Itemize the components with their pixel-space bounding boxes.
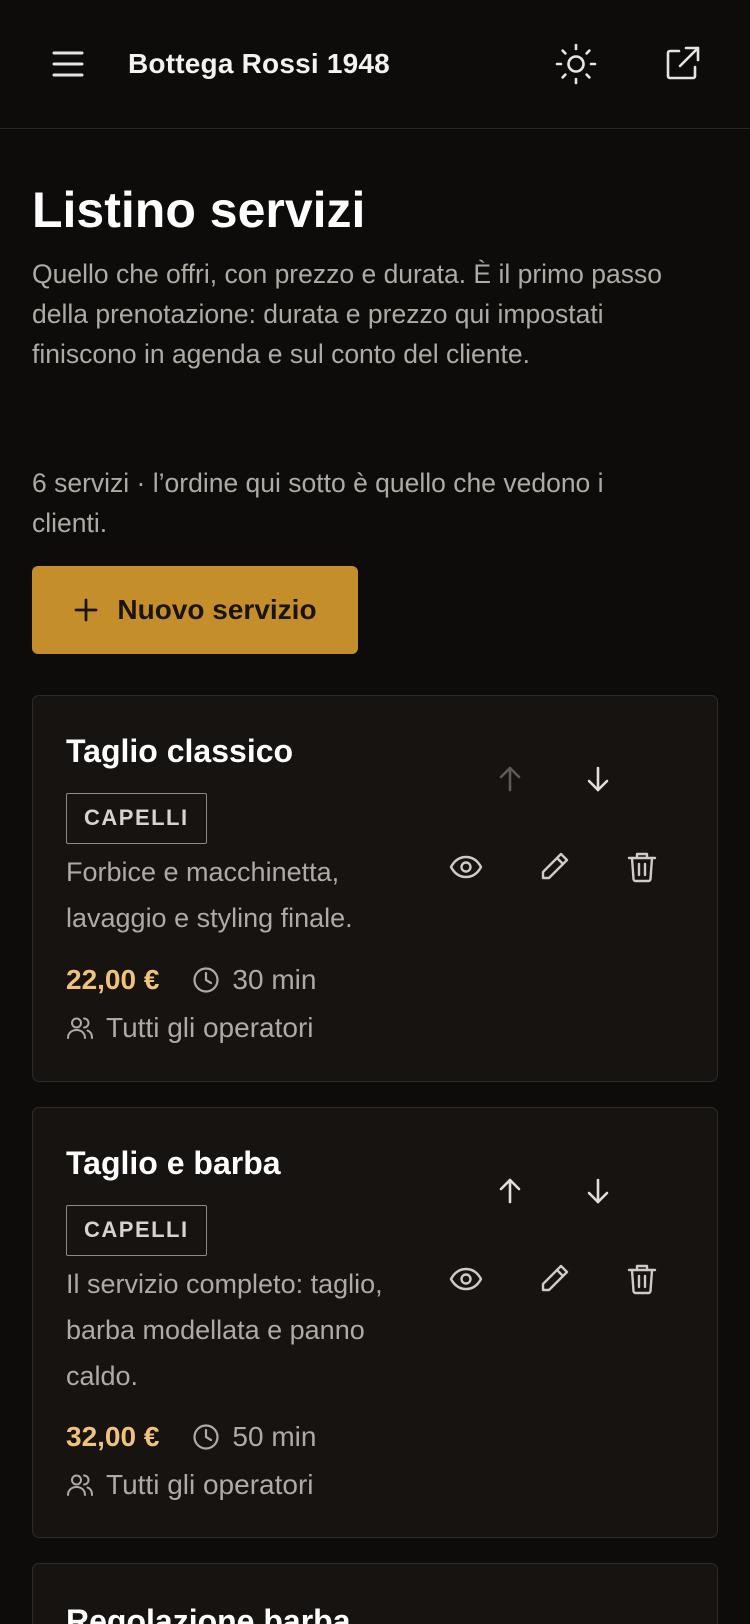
move-up-icon[interactable] <box>492 1173 528 1209</box>
page-intro: Quello che offri, con prezzo e durata. È… <box>32 259 662 369</box>
move-down-icon[interactable] <box>580 761 616 797</box>
service-description: Il servizio completo: taglio, barba mode… <box>66 1269 383 1391</box>
trash-icon[interactable] <box>624 1261 660 1297</box>
menu-icon[interactable] <box>48 44 88 84</box>
trash-icon[interactable] <box>624 849 660 885</box>
service-meta: 22,00 € 30 min <box>66 960 316 1000</box>
service-meta: 32,00 € 50 min <box>66 1417 316 1457</box>
service-price: 32,00 € <box>66 1421 160 1452</box>
service-card: Regolazione barba <box>32 1563 718 1624</box>
services-count: 6 servizi · l’ordine qui sotto è quello … <box>32 468 604 538</box>
service-price: 22,00 € <box>66 964 160 995</box>
category-tag: CAPELLI <box>66 1205 207 1256</box>
service-operators: Tutti gli operatori <box>66 1008 314 1048</box>
service-card: Taglio classico CAPELLI Forbice e macchi… <box>32 695 718 1082</box>
page-title: Listino servizi <box>32 182 366 238</box>
service-name: Regolazione barba <box>66 1603 351 1624</box>
top-bar: Bottega Rossi 1948 <box>0 0 750 129</box>
sun-icon[interactable] <box>554 42 598 86</box>
service-card: Taglio e barba CAPELLI Il servizio compl… <box>32 1107 718 1538</box>
users-icon <box>66 1471 94 1499</box>
app-title: Bottega Rossi 1948 <box>128 48 390 79</box>
move-up-icon[interactable] <box>492 761 528 797</box>
move-down-icon[interactable] <box>580 1173 616 1209</box>
clock-icon <box>192 1423 220 1451</box>
new-service-button[interactable]: Nuovo servizio <box>32 566 358 654</box>
edit-icon[interactable] <box>536 1261 572 1297</box>
service-description: Forbice e macchinetta, lavaggio e stylin… <box>66 857 353 933</box>
plus-icon <box>73 597 99 623</box>
users-icon <box>66 1014 94 1042</box>
new-service-label: Nuovo servizio <box>117 594 317 625</box>
service-duration: 50 min <box>232 1421 317 1452</box>
category-tag: CAPELLI <box>66 793 207 844</box>
service-name: Taglio classico <box>66 733 294 769</box>
external-link-icon[interactable] <box>660 42 704 86</box>
operators-label: Tutti gli operatori <box>106 1012 314 1043</box>
service-operators: Tutti gli operatori <box>66 1465 314 1505</box>
clock-icon <box>192 966 220 994</box>
eye-icon[interactable] <box>448 1261 484 1297</box>
service-name: Taglio e barba <box>66 1145 281 1181</box>
eye-icon[interactable] <box>448 849 484 885</box>
operators-label: Tutti gli operatori <box>106 1469 314 1500</box>
service-duration: 30 min <box>232 964 317 995</box>
edit-icon[interactable] <box>536 849 572 885</box>
